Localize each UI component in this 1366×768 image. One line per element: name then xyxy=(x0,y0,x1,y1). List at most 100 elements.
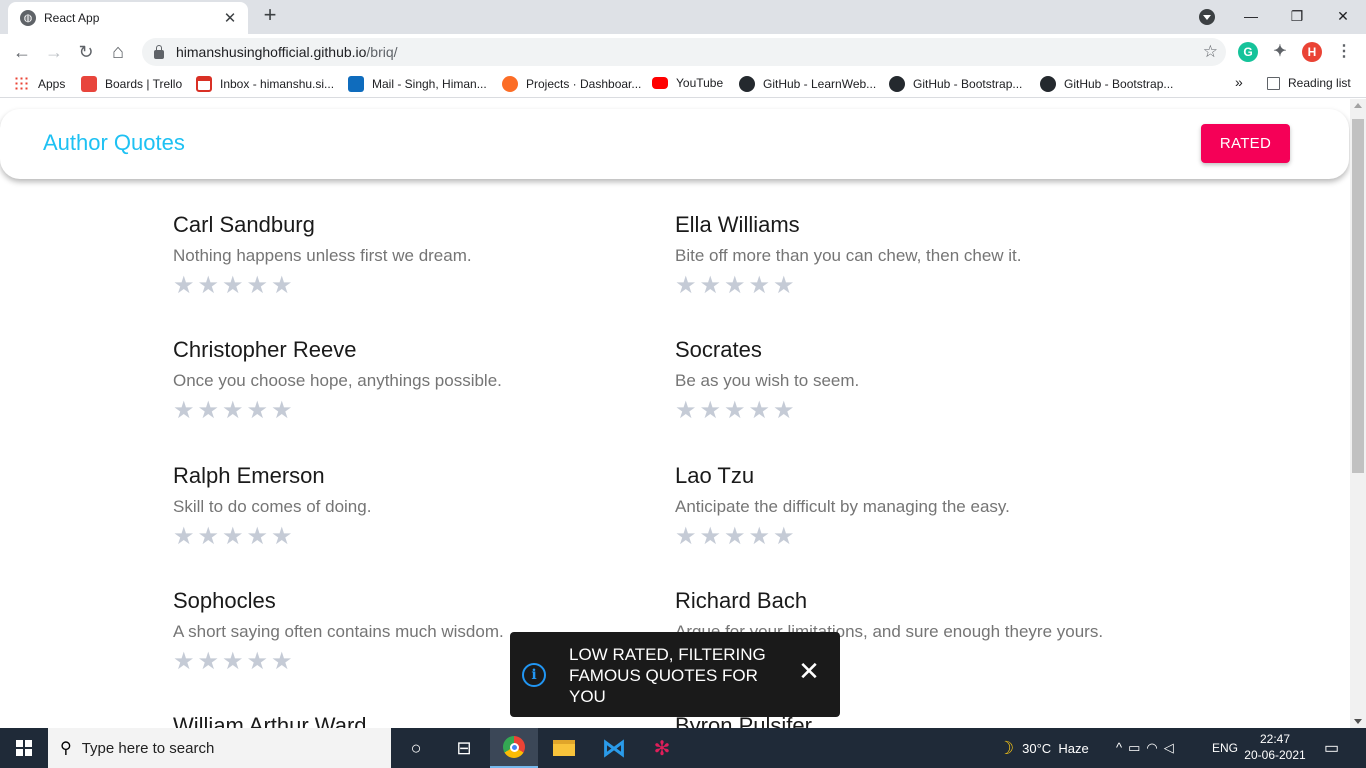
star-rating: ★★★★★ xyxy=(675,274,1155,298)
bookmark-trello[interactable]: Boards | Trello xyxy=(81,76,182,92)
star-icon[interactable]: ★ xyxy=(749,399,774,423)
vscode-icon[interactable]: ⋈ xyxy=(590,728,638,768)
notifications-icon[interactable]: ▭ xyxy=(1324,728,1339,768)
star-icon[interactable]: ★ xyxy=(222,399,247,423)
weather-widget[interactable]: ☽ 30°C Haze xyxy=(998,728,1089,768)
close-icon[interactable]: ✕ xyxy=(796,658,822,684)
bookmark-gmail[interactable]: Inbox - himanshu.si... xyxy=(196,76,334,92)
minimize-button[interactable]: — xyxy=(1236,4,1266,28)
star-icon[interactable]: ★ xyxy=(724,274,749,298)
star-icon[interactable]: ★ xyxy=(173,274,198,298)
bookmarks-overflow-icon[interactable]: » xyxy=(1235,74,1243,90)
star-icon[interactable]: ★ xyxy=(222,274,247,298)
bookmark-star-icon[interactable]: ☆ xyxy=(1203,42,1218,62)
star-icon[interactable]: ★ xyxy=(271,399,296,423)
browser-toolbar: ← → ↻ ⌂ himanshusinghofficial.github.io/… xyxy=(0,34,1366,70)
quote-text: Anticipate the difficult by managing the… xyxy=(675,497,1010,516)
bookmarks-bar: Apps Boards | Trello Inbox - himanshu.si… xyxy=(0,70,1366,98)
tab-search-icon[interactable] xyxy=(1199,9,1215,25)
star-icon[interactable]: ★ xyxy=(271,525,296,549)
slack-icon[interactable]: ✻ xyxy=(638,728,686,768)
taskbar-search[interactable]: ⚲ Type here to search xyxy=(48,728,391,768)
forward-icon[interactable]: → xyxy=(42,40,66,64)
restore-button[interactable]: ❐ xyxy=(1282,4,1312,28)
quote-author: Ella Williams xyxy=(675,212,800,237)
bookmark-gitlab[interactable]: Projects · Dashboar... xyxy=(502,76,641,92)
star-icon[interactable]: ★ xyxy=(700,399,725,423)
home-icon[interactable]: ⌂ xyxy=(106,40,130,64)
quote-author: Richard Bach xyxy=(675,588,808,613)
star-icon[interactable]: ★ xyxy=(222,525,247,549)
star-icon[interactable]: ★ xyxy=(773,274,798,298)
star-icon[interactable]: ★ xyxy=(749,274,774,298)
gmail-icon xyxy=(196,76,212,92)
bookmark-youtube[interactable]: YouTube xyxy=(652,76,723,90)
scroll-up-arrow-icon[interactable] xyxy=(1354,103,1362,108)
file-explorer-icon[interactable] xyxy=(540,728,588,768)
system-tray-icons[interactable]: ^▭◠◁ xyxy=(1116,728,1180,768)
star-icon[interactable]: ★ xyxy=(247,274,272,298)
star-icon[interactable]: ★ xyxy=(173,525,198,549)
star-icon[interactable]: ★ xyxy=(198,274,223,298)
close-window-button[interactable]: ✕ xyxy=(1328,4,1358,28)
task-view-icon[interactable]: ⊟ xyxy=(440,728,488,768)
star-icon[interactable]: ★ xyxy=(675,274,700,298)
bookmark-github-learnweb[interactable]: GitHub - LearnWeb... xyxy=(739,76,876,92)
star-icon[interactable]: ★ xyxy=(700,274,725,298)
language-indicator[interactable]: ENG xyxy=(1212,728,1238,768)
chrome-taskbar-icon[interactable] xyxy=(490,728,538,768)
star-icon[interactable]: ★ xyxy=(173,399,198,423)
quote-text: Skill to do comes of doing. xyxy=(173,497,372,516)
start-button[interactable] xyxy=(0,728,48,768)
address-bar[interactable]: himanshusinghofficial.github.io/briq/ ☆ xyxy=(142,38,1226,66)
star-icon[interactable]: ★ xyxy=(198,525,223,549)
star-icon[interactable]: ★ xyxy=(222,650,247,674)
tab-close-icon[interactable]: ✕ xyxy=(222,9,238,27)
reading-list-icon xyxy=(1267,76,1280,90)
star-icon[interactable]: ★ xyxy=(247,650,272,674)
browser-tab[interactable]: ◍ React App ✕ xyxy=(8,2,248,34)
star-icon[interactable]: ★ xyxy=(675,399,700,423)
star-icon[interactable]: ★ xyxy=(271,274,296,298)
reload-icon[interactable]: ↻ xyxy=(74,40,98,64)
bookmark-github-bootstrap-2[interactable]: GitHub - Bootstrap... xyxy=(1040,76,1173,92)
cortana-icon[interactable]: ○ xyxy=(392,728,440,768)
star-icon[interactable]: ★ xyxy=(773,399,798,423)
browser-menu-icon[interactable]: ⋮ xyxy=(1334,42,1354,62)
star-icon[interactable]: ★ xyxy=(773,525,798,549)
quote-text: Bite off more than you can chew, then ch… xyxy=(675,246,1022,265)
youtube-icon xyxy=(652,77,668,89)
star-icon[interactable]: ★ xyxy=(271,650,296,674)
quote-author: Lao Tzu xyxy=(675,463,755,488)
quote-card: Carl Sandburg Nothing happens unless firs… xyxy=(173,212,653,298)
star-icon[interactable]: ★ xyxy=(247,399,272,423)
page-scrollbar[interactable] xyxy=(1350,99,1366,728)
reading-list-button[interactable]: Reading list xyxy=(1267,76,1351,90)
back-icon[interactable]: ← xyxy=(10,40,34,64)
quote-text: Be as you wish to seem. xyxy=(675,371,860,390)
star-icon[interactable]: ★ xyxy=(749,525,774,549)
scroll-thumb[interactable] xyxy=(1352,119,1364,473)
bookmark-outlook[interactable]: Mail - Singh, Himan... xyxy=(348,76,487,92)
new-tab-button[interactable]: + xyxy=(258,4,282,28)
profile-avatar[interactable]: H xyxy=(1302,42,1322,62)
taskbar-clock[interactable]: 22:47 20-06-2021 xyxy=(1244,731,1306,763)
star-icon[interactable]: ★ xyxy=(198,399,223,423)
star-icon[interactable]: ★ xyxy=(247,525,272,549)
star-icon[interactable]: ★ xyxy=(700,525,725,549)
star-rating: ★★★★★ xyxy=(173,274,653,298)
rated-button[interactable]: RATED xyxy=(1201,124,1290,163)
windows-taskbar: ⚲ Type here to search ○ ⊟ ⋈ ✻ ☽ 30°C Haz… xyxy=(0,728,1366,768)
star-icon[interactable]: ★ xyxy=(198,650,223,674)
grammarly-icon[interactable]: G xyxy=(1238,42,1258,62)
bookmark-apps[interactable]: Apps xyxy=(14,76,65,92)
star-icon[interactable]: ★ xyxy=(173,650,198,674)
quote-text: Nothing happens unless first we dream. xyxy=(173,246,472,265)
star-icon[interactable]: ★ xyxy=(675,525,700,549)
bookmark-github-bootstrap-1[interactable]: GitHub - Bootstrap... xyxy=(889,76,1022,92)
extensions-puzzle-icon[interactable]: ✦ xyxy=(1270,42,1290,62)
star-icon[interactable]: ★ xyxy=(724,525,749,549)
star-icon[interactable]: ★ xyxy=(724,399,749,423)
star-rating: ★★★★★ xyxy=(675,399,1155,423)
scroll-down-arrow-icon[interactable] xyxy=(1354,719,1362,724)
